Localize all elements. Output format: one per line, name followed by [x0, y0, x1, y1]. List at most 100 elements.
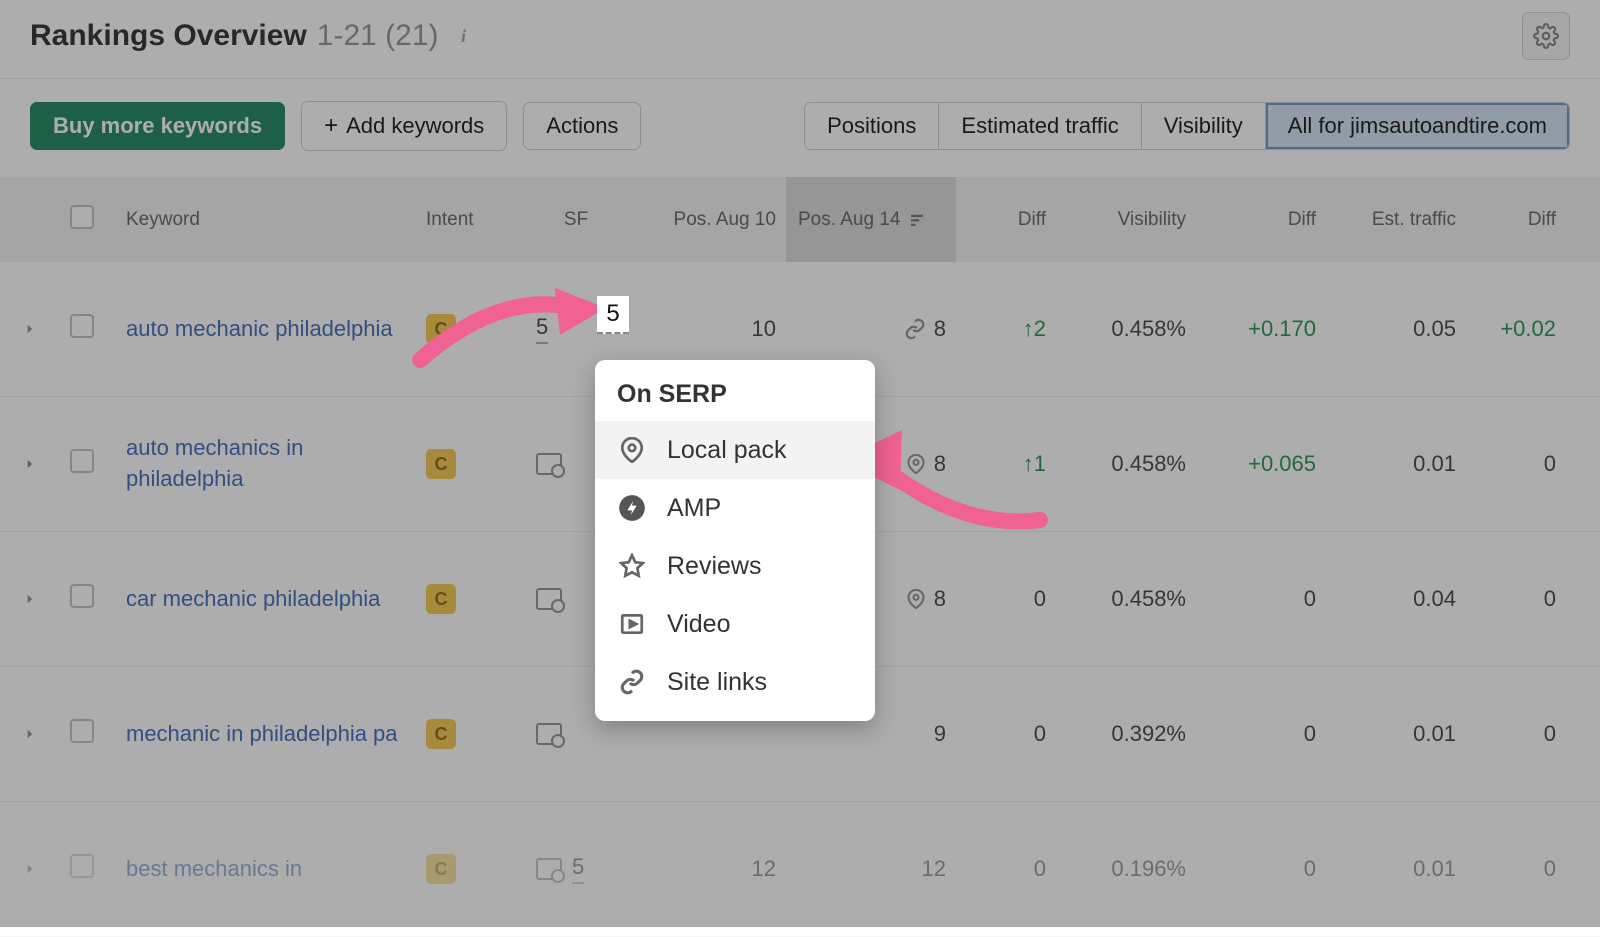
col-intent[interactable]: Intent	[416, 209, 526, 231]
col-diff2[interactable]: Diff	[1196, 209, 1326, 231]
row-checkbox[interactable]	[70, 854, 94, 878]
col-pos2-label: Pos. Aug 14	[798, 209, 900, 231]
diff-visibility: +0.065	[1196, 451, 1326, 477]
est-traffic-value: 0.05	[1326, 316, 1466, 342]
diff-visibility: 0	[1196, 721, 1326, 747]
expand-row-toggle[interactable]	[0, 856, 60, 882]
amp-icon	[617, 493, 647, 523]
col-keyword[interactable]: Keyword	[116, 209, 416, 231]
serp-features-icon[interactable]	[536, 723, 562, 745]
col-sf[interactable]: SF	[526, 209, 626, 231]
header-bar: Rankings Overview 1-21 (21) i	[0, 0, 1600, 79]
tab-positions[interactable]: Positions	[805, 103, 939, 149]
serp-features-icon[interactable]	[536, 588, 562, 610]
map-pin-icon	[617, 435, 647, 465]
est-traffic-value: 0.01	[1326, 451, 1466, 477]
popover-title: On SERP	[595, 376, 875, 421]
expand-row-toggle[interactable]	[0, 316, 60, 342]
tab-estimated-traffic[interactable]: Estimated traffic	[939, 103, 1141, 149]
diff-position: ↑2	[956, 316, 1056, 342]
diff-visibility: 0	[1196, 586, 1326, 612]
row-checkbox[interactable]	[70, 449, 94, 473]
video-icon	[617, 609, 647, 639]
plus-icon: +	[324, 112, 338, 140]
annotation-arrow-1	[410, 280, 610, 380]
table-header: Keyword Intent SF Pos. Aug 10 Pos. Aug 1…	[0, 177, 1600, 262]
expand-row-toggle[interactable]	[0, 586, 60, 612]
tab-all-for-domain[interactable]: All for jimsautoandtire.com	[1266, 103, 1569, 149]
star-icon	[617, 551, 647, 581]
diff-visibility: +0.170	[1196, 316, 1326, 342]
visibility-value: 0.392%	[1056, 721, 1196, 747]
serp-feature-item[interactable]: Video	[595, 595, 875, 653]
select-all-checkbox[interactable]	[70, 205, 94, 229]
keyword-link[interactable]: mechanic in philadelphia pa	[126, 721, 398, 746]
visibility-value: 0.458%	[1056, 451, 1196, 477]
serp-feature-label: Video	[667, 610, 731, 639]
col-pos1[interactable]: Pos. Aug 10	[626, 209, 786, 231]
buy-keywords-button[interactable]: Buy more keywords	[30, 102, 285, 150]
tab-group: Positions Estimated traffic Visibility A…	[804, 102, 1570, 150]
serp-feature-item[interactable]: Reviews	[595, 537, 875, 595]
actions-button[interactable]: Actions	[523, 102, 641, 150]
col-diff1[interactable]: Diff	[956, 209, 1056, 231]
visibility-value: 0.458%	[1056, 316, 1196, 342]
col-diff3[interactable]: Diff	[1466, 209, 1566, 231]
row-checkbox[interactable]	[70, 314, 94, 338]
table-row: best mechanics inC5121200.196%00.010	[0, 802, 1600, 937]
diff-position: 0	[956, 586, 1056, 612]
pos-aug10: 12	[626, 856, 786, 882]
diff-visibility: 0	[1196, 856, 1326, 882]
keyword-link[interactable]: auto mechanic philadelphia	[126, 316, 393, 341]
intent-badge: C	[426, 584, 456, 614]
row-checkbox[interactable]	[70, 584, 94, 608]
serp-feature-item[interactable]: Local pack	[595, 421, 875, 479]
link-icon	[617, 667, 647, 697]
expand-row-toggle[interactable]	[0, 451, 60, 477]
serp-features-popover: On SERP Local pack AMP Reviews Video Site li…	[595, 360, 875, 721]
add-keywords-label: Add keywords	[346, 113, 484, 139]
serp-features-icon[interactable]	[536, 453, 562, 475]
info-icon[interactable]: i	[453, 25, 475, 47]
diff-traffic: 0	[1466, 586, 1566, 612]
sf-count[interactable]: 5	[572, 854, 584, 884]
serp-feature-label: Local pack	[667, 436, 787, 465]
diff-traffic: +0.02	[1466, 316, 1566, 342]
col-est-traffic[interactable]: Est. traffic	[1326, 209, 1466, 231]
page-title: Rankings Overview	[30, 19, 307, 53]
serp-feature-label: AMP	[667, 494, 721, 523]
tab-visibility[interactable]: Visibility	[1142, 103, 1266, 149]
toolbar: Buy more keywords + Add keywords Actions…	[0, 79, 1600, 177]
serp-features-icon[interactable]	[536, 858, 562, 880]
intent-badge: C	[426, 854, 456, 884]
page-range: 1-21 (21)	[317, 19, 439, 53]
add-keywords-button[interactable]: + Add keywords	[301, 101, 507, 151]
keyword-link[interactable]: car mechanic philadelphia	[126, 586, 380, 611]
visibility-value: 0.458%	[1056, 586, 1196, 612]
col-visibility[interactable]: Visibility	[1056, 209, 1196, 231]
pos-aug14: 12	[786, 856, 956, 882]
serp-feature-item[interactable]: Site links	[595, 653, 875, 711]
expand-row-toggle[interactable]	[0, 721, 60, 747]
col-pos2-sorted[interactable]: Pos. Aug 14	[786, 177, 956, 262]
visibility-value: 0.196%	[1056, 856, 1196, 882]
gear-icon	[1533, 23, 1559, 49]
serp-feature-item[interactable]: AMP	[595, 479, 875, 537]
diff-traffic: 0	[1466, 721, 1566, 747]
est-traffic-value: 0.01	[1326, 721, 1466, 747]
row-checkbox[interactable]	[70, 719, 94, 743]
keyword-link[interactable]: best mechanics in	[126, 856, 302, 881]
intent-badge: C	[426, 449, 456, 479]
serp-feature-label: Reviews	[667, 552, 761, 581]
diff-position: 0	[956, 721, 1056, 747]
serp-feature-label: Site links	[667, 668, 767, 697]
pos-aug10: 10	[626, 316, 786, 342]
keyword-link[interactable]: auto mechanics in philadelphia	[126, 435, 303, 491]
settings-button[interactable]	[1522, 12, 1570, 60]
pos-aug14: 8	[786, 316, 956, 342]
sf-value-highlight[interactable]: 5	[597, 296, 629, 334]
pos-aug14: 9	[786, 721, 956, 747]
sort-icon	[908, 211, 926, 229]
map-pin-icon	[906, 589, 926, 609]
link-icon	[904, 318, 926, 340]
